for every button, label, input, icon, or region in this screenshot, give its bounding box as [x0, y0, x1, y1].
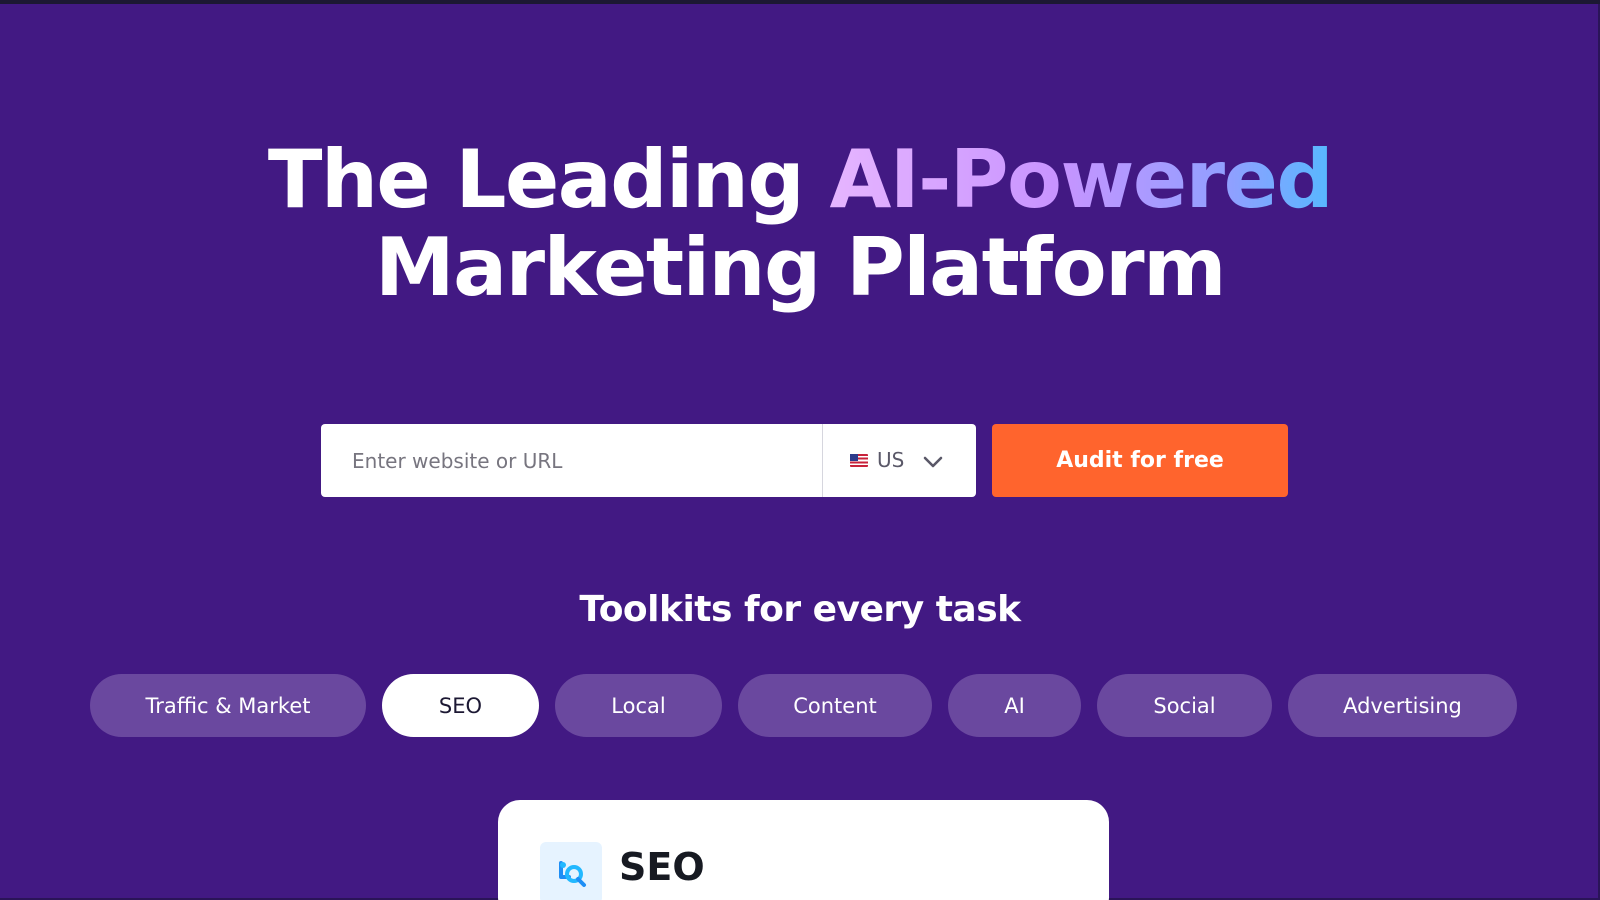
tab-ai[interactable]: AI [948, 674, 1081, 737]
tab-advertising[interactable]: Advertising [1288, 674, 1517, 737]
chevron-down-icon [923, 456, 943, 468]
tab-local[interactable]: Local [555, 674, 722, 737]
top-border [0, 0, 1600, 4]
toolkit-card-seo: SEO [498, 800, 1109, 900]
audit-button[interactable]: Audit for free [992, 424, 1288, 497]
hero-title: The Leading AI-Powered Marketing Platform [0, 136, 1600, 312]
url-input[interactable] [321, 424, 821, 497]
us-flag-icon [850, 454, 868, 467]
seo-icon [540, 842, 602, 900]
toolkits-heading: Toolkits for every task [579, 589, 1021, 630]
country-select[interactable]: US [823, 424, 976, 497]
seo-icon-glyph [559, 861, 586, 887]
hero-title-line2: Marketing Platform [375, 221, 1226, 314]
tab-traffic-market[interactable]: Traffic & Market [90, 674, 366, 737]
card-title: SEO [619, 845, 705, 889]
audit-form: US Audit for free [321, 424, 1288, 497]
tab-content[interactable]: Content [738, 674, 932, 737]
country-label: US [877, 448, 905, 472]
tab-seo[interactable]: SEO [382, 674, 539, 737]
hero-title-part1: The Leading [267, 133, 830, 226]
hero-title-highlight: AI-Powered [829, 133, 1333, 226]
url-box: US [321, 424, 976, 497]
tab-social[interactable]: Social [1097, 674, 1272, 737]
